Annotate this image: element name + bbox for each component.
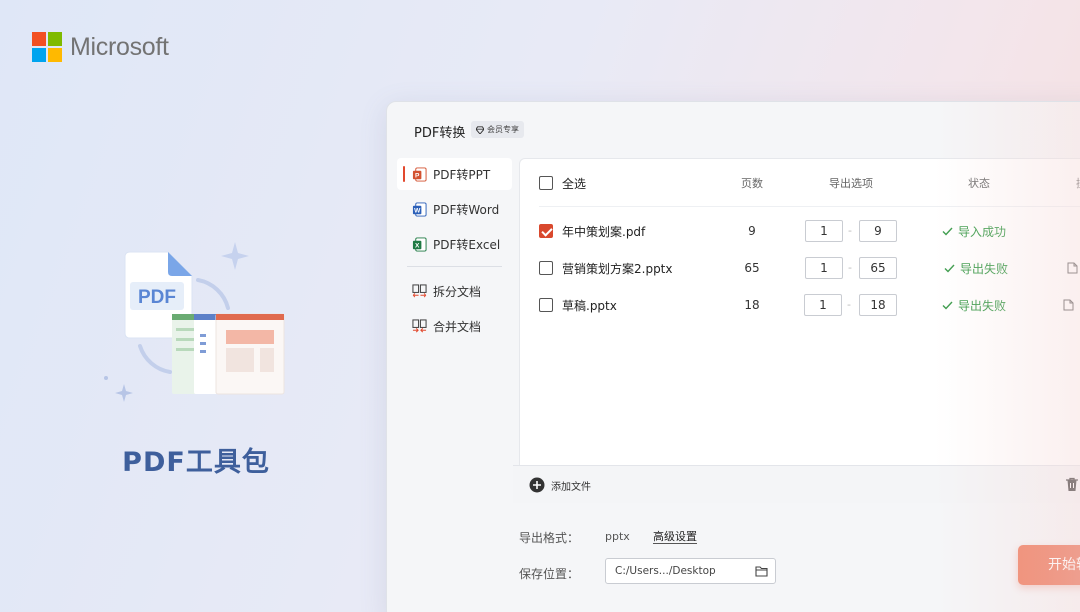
select-all-checkbox[interactable] xyxy=(539,176,553,190)
file-name: 草稿.pptx xyxy=(562,298,617,313)
window-title: PDF转换 xyxy=(414,126,466,141)
vip-badge: 会员专享 xyxy=(471,121,524,138)
sidebar-divider xyxy=(407,266,502,267)
status-text: 导出失败 xyxy=(958,298,1007,313)
check-icon xyxy=(942,227,953,236)
advanced-settings-link[interactable]: 高级设置 xyxy=(653,530,697,544)
range-from-input[interactable]: 1 xyxy=(805,257,843,279)
folder-icon[interactable] xyxy=(755,565,768,577)
status-text: 导入成功 xyxy=(958,224,1007,239)
sidebar-item-label: PDF转Excel xyxy=(433,237,501,252)
sidebar-item-pdf-to-word[interactable]: W PDF转Word xyxy=(397,193,512,225)
page-count: 18 xyxy=(744,298,760,312)
table-header: 全选 页数 导出选项 状态 操 xyxy=(520,168,1080,198)
range-from-input[interactable]: 1 xyxy=(805,220,843,242)
status-header: 状态 xyxy=(968,177,990,190)
range-to-input[interactable]: 18 xyxy=(859,294,897,316)
status-text: 导出失败 xyxy=(960,261,1009,276)
check-icon xyxy=(944,264,955,273)
split-icon xyxy=(412,283,427,297)
merge-icon xyxy=(412,318,427,332)
row-checkbox[interactable] xyxy=(539,224,553,238)
sidebar-item-label: 合并文档 xyxy=(433,319,482,334)
export-options-header: 导出选项 xyxy=(829,177,873,190)
brand-name: Microsoft xyxy=(70,32,169,61)
excel-icon: X xyxy=(412,236,427,252)
trash-icon[interactable] xyxy=(1065,477,1079,492)
export-format-value[interactable]: pptx xyxy=(605,530,630,543)
operation-header: 操 xyxy=(1076,175,1080,191)
status-badge: 导出失败 xyxy=(944,260,1024,277)
page-count: 65 xyxy=(744,261,760,275)
table-row: 年中策划案.pdf 9 1 - 9 导入成功 xyxy=(520,216,1080,246)
hero-title: PDF工具包 xyxy=(122,447,270,478)
save-path-field[interactable]: C:/Users.../Desktop xyxy=(605,558,776,584)
range-to-input[interactable]: 65 xyxy=(859,257,897,279)
save-location-label: 保存位置： xyxy=(519,567,580,581)
pdf-icon-label: PDF xyxy=(138,287,176,308)
range-separator: - xyxy=(847,298,851,311)
check-icon xyxy=(942,301,953,310)
sidebar-item-pdf-to-excel[interactable]: X PDF转Excel xyxy=(397,228,512,260)
save-path-value: C:/Users.../Desktop xyxy=(615,565,716,577)
sidebar-item-label: PDF转PPT xyxy=(433,167,491,182)
svg-text:P: P xyxy=(415,172,420,179)
microsoft-logo: Microsoft xyxy=(32,32,169,62)
range-separator: - xyxy=(848,261,852,274)
word-icon: W xyxy=(412,201,427,217)
row-checkbox[interactable] xyxy=(539,261,553,275)
pdf-toolkit-illustration: PDF xyxy=(98,238,298,418)
pages-header: 页数 xyxy=(741,177,763,190)
sidebar: P PDF转PPT W PDF转Word X PDF转Excel 拆分文档 合并… xyxy=(397,158,512,345)
status-badge: 导出失败 xyxy=(942,297,1022,314)
range-to-input[interactable]: 9 xyxy=(859,220,897,242)
ppt-icon: P xyxy=(412,166,427,182)
file-actions-bar: 添加文件 xyxy=(513,465,1080,503)
vip-badge-label: 会员专享 xyxy=(487,125,519,134)
pdf-convert-window: PDF转换 会员专享 P PDF转PPT W PDF转Word X PDF转Ex… xyxy=(386,101,1080,612)
add-file-button[interactable]: 添加文件 xyxy=(551,478,591,493)
file-name: 年中策划案.pdf xyxy=(562,224,646,239)
start-convert-button[interactable]: 开始转换 xyxy=(1018,545,1080,585)
export-format-label: 导出格式： xyxy=(519,531,580,545)
add-file-icon[interactable] xyxy=(529,477,545,493)
file-name: 营销策划方案2.pptx xyxy=(562,261,673,276)
table-row: 营销策划方案2.pptx 65 1 - 65 导出失败 xyxy=(520,253,1080,283)
header-divider xyxy=(539,206,1080,207)
sidebar-item-label: 拆分文档 xyxy=(433,284,482,299)
sidebar-item-label: PDF转Word xyxy=(433,202,500,217)
file-icon[interactable] xyxy=(1067,262,1078,274)
range-from-input[interactable]: 1 xyxy=(804,294,842,316)
file-icon[interactable] xyxy=(1063,299,1074,311)
file-list-panel: 全选 页数 导出选项 状态 操 年中策划案.pdf 9 1 - 9 导入成功 营… xyxy=(519,158,1080,502)
microsoft-logo-icon xyxy=(32,32,62,62)
page-count: 9 xyxy=(748,224,756,238)
row-checkbox[interactable] xyxy=(539,298,553,312)
sidebar-item-merge[interactable]: 合并文档 xyxy=(397,310,512,342)
sidebar-item-split[interactable]: 拆分文档 xyxy=(397,275,512,307)
svg-text:W: W xyxy=(414,207,421,214)
diamond-icon xyxy=(476,125,484,134)
svg-text:X: X xyxy=(415,242,420,249)
status-badge: 导入成功 xyxy=(942,223,1022,240)
select-all-label: 全选 xyxy=(562,176,587,191)
table-row: 草稿.pptx 18 1 - 18 导出失败 xyxy=(520,290,1080,320)
range-separator: - xyxy=(848,224,852,237)
sidebar-item-pdf-to-ppt[interactable]: P PDF转PPT xyxy=(397,158,512,190)
